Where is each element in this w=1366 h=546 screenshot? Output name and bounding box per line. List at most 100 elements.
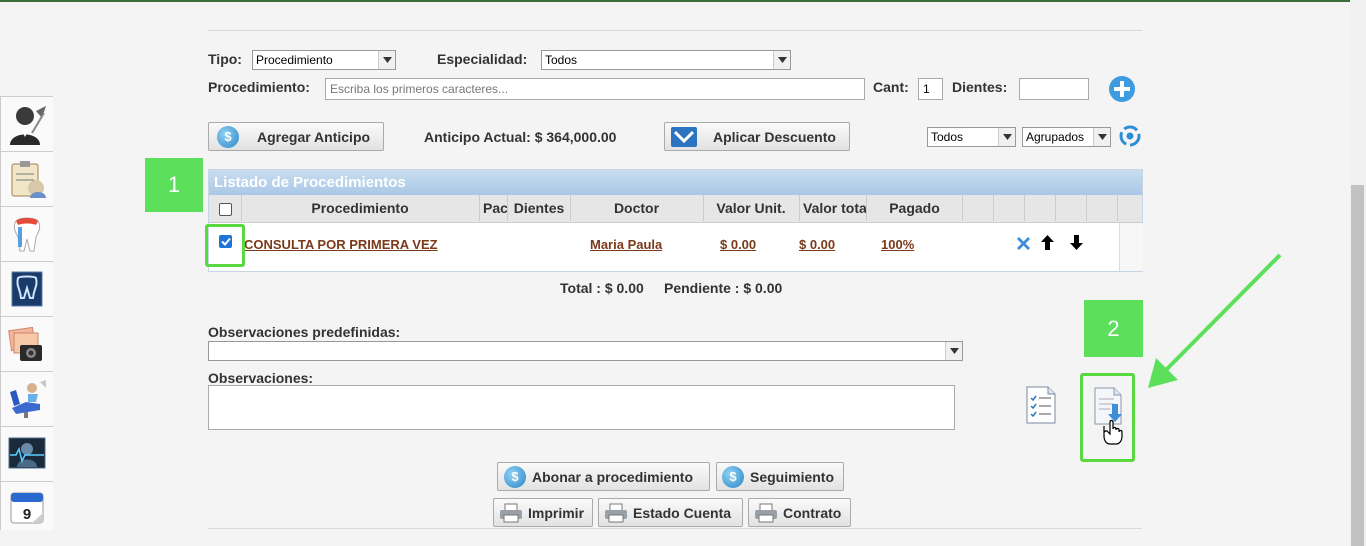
dientes-input[interactable] bbox=[1019, 78, 1089, 100]
row-procedimiento-link[interactable]: CONSULTA POR PRIMERA VEZ bbox=[244, 237, 438, 252]
contrato-label: Contrato bbox=[783, 504, 842, 521]
tipo-select[interactable]: Procedimiento bbox=[252, 50, 396, 70]
monitor-icon[interactable] bbox=[1, 427, 53, 482]
observaciones-label: Observaciones: bbox=[208, 370, 314, 386]
dollar-coin-icon: $ bbox=[217, 125, 239, 148]
calendar-day: 9 bbox=[23, 506, 31, 523]
agrupado-filter-select[interactable]: Agrupados bbox=[1022, 127, 1111, 147]
chevron-down-icon bbox=[773, 51, 790, 69]
photos-icon[interactable] bbox=[1, 317, 53, 372]
imprimir-label: Imprimir bbox=[528, 504, 585, 521]
chevron-down-icon bbox=[378, 51, 395, 69]
estado-cuenta-button[interactable]: Estado Cuenta bbox=[598, 498, 743, 527]
total-text: Total : $ 0.00 bbox=[560, 280, 644, 296]
row-doctor-link[interactable]: Maria Paula bbox=[590, 237, 662, 252]
seguimiento-label: Seguimiento bbox=[750, 468, 835, 485]
especialidad-label: Especialidad: bbox=[437, 51, 528, 67]
especialidad-select[interactable]: Todos bbox=[541, 50, 791, 70]
header-blank-4 bbox=[1055, 195, 1087, 221]
doctor-icon[interactable] bbox=[1, 97, 53, 152]
header-valor-unit: Valor Unit. bbox=[703, 195, 800, 221]
header-blank-1 bbox=[962, 195, 994, 221]
pendiente-text: Pendiente : $ 0.00 bbox=[664, 280, 783, 296]
select-all-checkbox[interactable] bbox=[218, 202, 232, 216]
refresh-button[interactable] bbox=[1118, 124, 1142, 148]
aplicar-descuento-button[interactable]: Aplicar Descuento bbox=[664, 122, 850, 151]
observaciones-predefinidas-select[interactable] bbox=[208, 341, 963, 361]
procedures-table: Listado de Procedimientos Procedimiento … bbox=[208, 169, 1143, 272]
header-dientes: Dientes bbox=[508, 195, 571, 221]
xray-icon[interactable] bbox=[1, 262, 53, 317]
row-valor-unit-link[interactable]: $ 0.00 bbox=[720, 237, 756, 252]
select-all-cell bbox=[209, 195, 242, 221]
header-valor-total: Valor total bbox=[799, 195, 867, 221]
move-down-icon[interactable] bbox=[1069, 234, 1084, 251]
checklist-button[interactable] bbox=[1024, 384, 1058, 426]
add-procedure-button[interactable] bbox=[1108, 75, 1136, 103]
cant-label: Cant: bbox=[873, 79, 909, 95]
annotation-step-1: 1 bbox=[145, 158, 203, 212]
dientes-label: Dientes: bbox=[952, 79, 1008, 95]
top-border bbox=[0, 0, 1366, 2]
calendar-icon[interactable]: 9 bbox=[1, 482, 53, 530]
observaciones-predefinidas-label: Observaciones predefinidas: bbox=[208, 324, 401, 340]
download-document-icon bbox=[1094, 387, 1123, 445]
printer-icon bbox=[500, 503, 522, 522]
table-header-row: Procedimiento Pac Dientes Doctor Valor U… bbox=[209, 195, 1142, 223]
header-blank-2 bbox=[993, 195, 1025, 221]
observaciones-textarea[interactable] bbox=[208, 385, 955, 430]
agrupado-filter-value: Agrupados bbox=[1026, 130, 1085, 144]
sidebar: 9 bbox=[0, 96, 53, 530]
row-valor-total-link[interactable]: $ 0.00 bbox=[799, 237, 835, 252]
checkbox-highlight bbox=[205, 224, 245, 267]
green-arrow-icon bbox=[1148, 253, 1282, 388]
agregar-anticipo-button[interactable]: $ Agregar Anticipo bbox=[208, 122, 384, 151]
page-scrollbar-thumb[interactable] bbox=[1351, 185, 1364, 546]
tipo-label: Tipo: bbox=[208, 51, 242, 67]
download-document-button[interactable] bbox=[1092, 386, 1126, 446]
estado-cuenta-label: Estado Cuenta bbox=[633, 504, 732, 521]
procedimiento-input[interactable]: Escriba los primeros caracteres... bbox=[325, 78, 865, 100]
discount-chevron-icon bbox=[671, 126, 697, 147]
header-blank-5 bbox=[1086, 195, 1118, 221]
row-pagado-link[interactable]: 100% bbox=[881, 237, 914, 252]
chevron-down-icon bbox=[998, 128, 1015, 146]
especialidad-value: Todos bbox=[545, 53, 578, 67]
dental-chair-icon[interactable] bbox=[1, 372, 53, 427]
clipboard-icon[interactable] bbox=[1, 152, 53, 207]
chevron-down-icon bbox=[945, 342, 962, 360]
estado-filter-value: Todos bbox=[931, 130, 964, 144]
imprimir-button[interactable]: Imprimir bbox=[493, 498, 593, 527]
table-row[interactable]: CONSULTA POR PRIMERA VEZ Maria Paula $ 0… bbox=[209, 223, 1119, 271]
abonar-procedimiento-button[interactable]: $ Abonar a procedimiento bbox=[497, 462, 710, 491]
abonar-label: Abonar a procedimiento bbox=[532, 468, 694, 485]
dollar-coin-icon: $ bbox=[504, 465, 526, 488]
table-title: Listado de Procedimientos bbox=[209, 170, 1142, 195]
header-blank-3 bbox=[1024, 195, 1056, 221]
move-up-icon[interactable] bbox=[1040, 234, 1055, 251]
anticipo-actual-text: Anticipo Actual: $ 364,000.00 bbox=[424, 129, 617, 145]
annotation-step-2: 2 bbox=[1084, 300, 1143, 357]
top-separator bbox=[208, 30, 1142, 31]
tipo-value: Procedimiento bbox=[256, 53, 333, 67]
procedimiento-label: Procedimiento: bbox=[208, 79, 310, 95]
delete-icon[interactable] bbox=[1015, 235, 1032, 252]
chevron-down-icon bbox=[1093, 128, 1110, 146]
plus-icon bbox=[1109, 76, 1135, 102]
refresh-icon bbox=[1119, 125, 1141, 147]
contrato-button[interactable]: Contrato bbox=[748, 498, 851, 527]
bottom-separator bbox=[208, 528, 1142, 529]
header-pagado: Pagado bbox=[867, 195, 963, 221]
printer-icon bbox=[605, 503, 627, 522]
header-pac: Pac bbox=[479, 195, 508, 221]
checklist-icon bbox=[1026, 386, 1056, 424]
header-doctor: Doctor bbox=[570, 195, 704, 221]
cant-input[interactable]: 1 bbox=[918, 78, 943, 100]
estado-filter-select[interactable]: Todos bbox=[927, 127, 1016, 147]
seguimiento-button[interactable]: $ Seguimiento bbox=[716, 462, 844, 491]
printer-icon bbox=[755, 503, 777, 522]
header-procedimiento: Procedimiento bbox=[241, 195, 480, 221]
tooth-icon[interactable] bbox=[1, 207, 53, 262]
dollar-coin-icon: $ bbox=[722, 465, 744, 488]
agregar-anticipo-label: Agregar Anticipo bbox=[257, 128, 371, 145]
